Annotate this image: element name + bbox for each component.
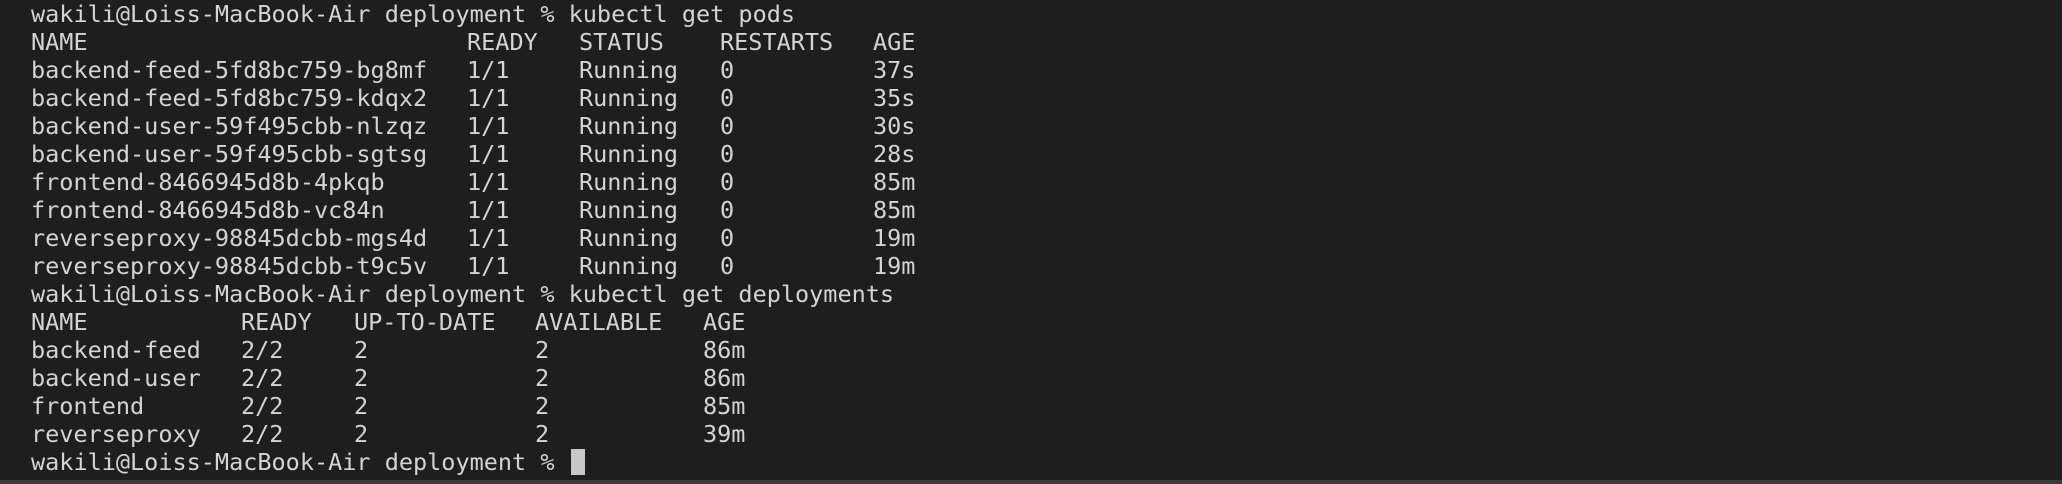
table-row: backend-user 2/2 2 2 86m — [31, 364, 2062, 392]
pod-age-cell: 19m — [873, 224, 916, 252]
table-row: backend-feed-5fd8bc759-bg8mf 1/1 Running… — [31, 56, 2062, 84]
deployment-uptodate-cell: 2 — [354, 420, 369, 448]
pods-table-header: NAME READY STATUS RESTARTS AGE — [31, 28, 2062, 56]
deployment-name-cell: backend-user — [31, 364, 201, 392]
pod-age-cell: 28s — [873, 140, 916, 168]
pod-restarts-cell: 0 — [720, 112, 735, 140]
command-text: kubectl get deployments — [568, 280, 895, 308]
table-row: frontend-8466945d8b-4pkqb 1/1 Running 0 … — [31, 168, 2062, 196]
pod-name-cell: backend-user-59f495cbb-nlzqz — [31, 112, 428, 140]
column-header: READY — [467, 28, 538, 56]
column-header: READY — [241, 308, 312, 336]
deployment-available-cell: 2 — [535, 364, 550, 392]
pod-age-cell: 85m — [873, 168, 916, 196]
pod-name-cell: frontend-8466945d8b-4pkqb — [31, 168, 385, 196]
pod-ready-cell: 1/1 — [467, 168, 510, 196]
pod-ready-cell: 1/1 — [467, 224, 510, 252]
pod-name-cell: reverseproxy-98845dcbb-t9c5v — [31, 252, 428, 280]
shell-prompt: wakili@Loiss-MacBook-Air deployment % — [31, 448, 569, 476]
window-bottom-edge — [0, 480, 2062, 484]
pod-restarts-cell: 0 — [720, 168, 735, 196]
table-row: reverseproxy 2/2 2 2 39m — [31, 420, 2062, 448]
table-row: reverseproxy-98845dcbb-t9c5v 1/1 Running… — [31, 252, 2062, 280]
deployment-ready-cell: 2/2 — [241, 420, 284, 448]
command-line-deployments: wakili@Loiss-MacBook-Air deployment % ku… — [31, 280, 2062, 308]
table-row: backend-user-59f495cbb-nlzqz 1/1 Running… — [31, 112, 2062, 140]
column-header: NAME — [31, 28, 88, 56]
column-header: AVAILABLE — [535, 308, 663, 336]
pod-age-cell: 37s — [873, 56, 916, 84]
column-header: STATUS — [579, 28, 664, 56]
deployment-name-cell: reverseproxy — [31, 420, 201, 448]
pod-status-cell: Running — [579, 140, 679, 168]
deployment-ready-cell: 2/2 — [241, 392, 284, 420]
table-row: frontend-8466945d8b-vc84n 1/1 Running 0 … — [31, 196, 2062, 224]
pod-name-cell: backend-feed-5fd8bc759-bg8mf — [31, 56, 428, 84]
deployment-age-cell: 85m — [703, 392, 746, 420]
table-row: backend-feed 2/2 2 2 86m — [31, 336, 2062, 364]
text-cursor[interactable] — [570, 449, 585, 475]
terminal-window[interactable]: wakili@Loiss-MacBook-Air deployment % ku… — [0, 0, 2062, 484]
pod-status-cell: Running — [579, 224, 679, 252]
pod-name-cell: backend-user-59f495cbb-sgtsg — [31, 140, 428, 168]
deployment-ready-cell: 2/2 — [241, 336, 284, 364]
deployment-uptodate-cell: 2 — [354, 364, 369, 392]
pod-status-cell: Running — [579, 168, 679, 196]
pod-restarts-cell: 0 — [720, 140, 735, 168]
pod-status-cell: Running — [579, 196, 679, 224]
pod-age-cell: 85m — [873, 196, 916, 224]
table-row: reverseproxy-98845dcbb-mgs4d 1/1 Running… — [31, 224, 2062, 252]
deployment-age-cell: 39m — [703, 420, 746, 448]
pod-ready-cell: 1/1 — [467, 112, 510, 140]
command-text: kubectl get pods — [568, 0, 796, 28]
deployment-available-cell: 2 — [535, 336, 550, 364]
deployment-uptodate-cell: 2 — [354, 336, 369, 364]
table-row: backend-feed-5fd8bc759-kdqx2 1/1 Running… — [31, 84, 2062, 112]
pod-name-cell: reverseproxy-98845dcbb-mgs4d — [31, 224, 428, 252]
pod-ready-cell: 1/1 — [467, 196, 510, 224]
active-prompt-line[interactable]: wakili@Loiss-MacBook-Air deployment % — [31, 448, 2062, 476]
pod-status-cell: Running — [579, 84, 679, 112]
shell-prompt: wakili@Loiss-MacBook-Air deployment % — [31, 0, 569, 28]
deployment-age-cell: 86m — [703, 336, 746, 364]
command-line-pods: wakili@Loiss-MacBook-Air deployment % ku… — [31, 0, 2062, 28]
pod-ready-cell: 1/1 — [467, 252, 510, 280]
pod-name-cell: frontend-8466945d8b-vc84n — [31, 196, 385, 224]
shell-prompt: wakili@Loiss-MacBook-Air deployment % — [31, 280, 569, 308]
pod-status-cell: Running — [579, 112, 679, 140]
pod-age-cell: 35s — [873, 84, 916, 112]
pod-name-cell: backend-feed-5fd8bc759-kdqx2 — [31, 84, 428, 112]
pod-status-cell: Running — [579, 56, 679, 84]
deployment-available-cell: 2 — [535, 420, 550, 448]
pod-ready-cell: 1/1 — [467, 56, 510, 84]
column-header: RESTARTS — [720, 28, 834, 56]
deployment-available-cell: 2 — [535, 392, 550, 420]
pod-restarts-cell: 0 — [720, 252, 735, 280]
column-header: AGE — [703, 308, 746, 336]
table-row: backend-user-59f495cbb-sgtsg 1/1 Running… — [31, 140, 2062, 168]
deployments-table-header: NAME READY UP-TO-DATE AVAILABLE AGE — [31, 308, 2062, 336]
deployment-ready-cell: 2/2 — [241, 364, 284, 392]
deployment-age-cell: 86m — [703, 364, 746, 392]
column-header: NAME — [31, 308, 88, 336]
pod-ready-cell: 1/1 — [467, 140, 510, 168]
table-row: frontend 2/2 2 2 85m — [31, 392, 2062, 420]
column-header: UP-TO-DATE — [354, 308, 496, 336]
pod-status-cell: Running — [579, 252, 679, 280]
deployment-name-cell: frontend — [31, 392, 145, 420]
deployment-name-cell: backend-feed — [31, 336, 201, 364]
pod-restarts-cell: 0 — [720, 84, 735, 112]
pod-age-cell: 30s — [873, 112, 916, 140]
pod-restarts-cell: 0 — [720, 56, 735, 84]
pod-age-cell: 19m — [873, 252, 916, 280]
pod-restarts-cell: 0 — [720, 196, 735, 224]
deployment-uptodate-cell: 2 — [354, 392, 369, 420]
pod-restarts-cell: 0 — [720, 224, 735, 252]
column-header: AGE — [873, 28, 916, 56]
pod-ready-cell: 1/1 — [467, 84, 510, 112]
